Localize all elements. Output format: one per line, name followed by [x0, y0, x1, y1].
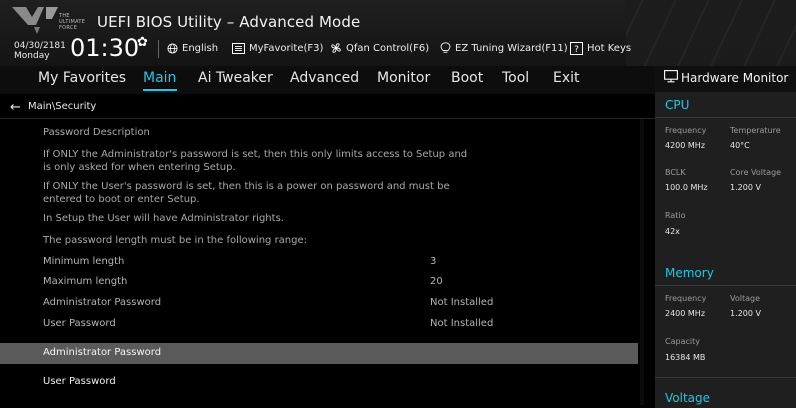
- cpu-temperature-label: Temperature: [730, 126, 781, 135]
- setting-value-user-password: Not Installed: [430, 318, 494, 329]
- memory-frequency-label: Frequency: [665, 294, 707, 303]
- setting-label-min-length: Minimum length: [43, 256, 125, 267]
- description-line: In Setup the User will have Administrato…: [43, 213, 284, 224]
- logo-brand-text: THE ULTIMATE FORCE: [59, 13, 85, 31]
- ratio-value: 42x: [665, 227, 680, 236]
- core-voltage-value: 1.200 V: [730, 183, 761, 192]
- user-password-item[interactable]: User Password: [43, 376, 116, 387]
- hot-keys-label: Hot Keys: [587, 42, 632, 54]
- capacity-value: 16384 MB: [665, 353, 706, 362]
- back-arrow-icon[interactable]: ←: [10, 100, 21, 115]
- setting-label-max-length: Maximum length: [43, 276, 128, 287]
- tab-main[interactable]: Main: [143, 70, 176, 86]
- bclk-label: BCLK: [665, 168, 686, 177]
- cpu-section-divider: [655, 117, 796, 118]
- qfan-control-label: Qfan Control(F6): [346, 42, 430, 54]
- description-line: If ONLY the User's password is set, then…: [43, 181, 450, 192]
- tab-my-favorites[interactable]: My Favorites: [38, 70, 126, 86]
- admin-password-item-label: Administrator Password: [43, 347, 162, 358]
- description-line: is only asked for when entering Setup.: [43, 162, 236, 173]
- description-line: If ONLY the Administrator's password is …: [43, 149, 468, 160]
- cpu-section-title: CPU: [665, 98, 690, 112]
- monitor-icon: [664, 70, 678, 83]
- memory-voltage-value: 1.200 V: [730, 309, 761, 318]
- ez-tuning-wizard-label: EZ Tuning Wizard(F11): [455, 42, 568, 54]
- fan-icon: [331, 43, 341, 53]
- setting-value-admin-password: Not Installed: [430, 297, 494, 308]
- header-divider: [158, 40, 159, 58]
- setting-value-min-length: 3: [430, 256, 437, 267]
- hardware-monitor-title: Hardware Monitor: [681, 71, 789, 85]
- cpu-frequency-value: 4200 MHz: [665, 141, 706, 150]
- description-line: The password length must be in the follo…: [43, 235, 308, 246]
- myfavorite-label: MyFavorite(F3): [249, 42, 324, 54]
- tab-boot[interactable]: Boot: [451, 70, 483, 86]
- setting-value-max-length: 20: [430, 276, 443, 287]
- hot-keys-button[interactable]: ? Hot Keys: [570, 39, 631, 57]
- bios-title: UEFI BIOS Utility – Advanced Mode: [97, 13, 361, 31]
- memory-frequency-value: 2400 MHz: [665, 309, 706, 318]
- tab-ai-tweaker[interactable]: Ai Tweaker: [198, 70, 273, 86]
- memory-section-divider: [655, 285, 796, 286]
- breadcrumb: Main\Security: [28, 101, 97, 112]
- clock-readout: 01:30: [70, 34, 140, 62]
- myfavorite-button[interactable]: MyFavorite(F3): [232, 39, 323, 57]
- cpu-frequency-label: Frequency: [665, 126, 707, 135]
- date-readout: 04/30/2181: [14, 41, 66, 51]
- header-decoration: [626, 0, 796, 66]
- qfan-control-button[interactable]: Qfan Control(F6): [330, 39, 429, 57]
- language-button[interactable]: English: [167, 39, 218, 57]
- memory-voltage-label: Voltage: [730, 294, 761, 303]
- tab-tool[interactable]: Tool: [502, 70, 529, 86]
- ratio-label: Ratio: [665, 211, 686, 220]
- lightbulb-icon: [440, 42, 451, 53]
- setting-label-admin-password: Administrator Password: [43, 297, 162, 308]
- language-label: English: [182, 42, 219, 54]
- ez-tuning-wizard-button[interactable]: EZ Tuning Wizard(F11): [440, 39, 568, 57]
- voltage-section-divider: [655, 377, 796, 378]
- voltage-section-title: Voltage: [665, 391, 711, 405]
- cpu-temperature-value: 40°C: [730, 141, 750, 150]
- capacity-label: Capacity: [665, 337, 700, 346]
- scrollbar[interactable]: [640, 119, 644, 405]
- core-voltage-label: Core Voltage: [730, 168, 782, 177]
- tab-exit[interactable]: Exit: [553, 70, 580, 86]
- svg-text:?: ?: [574, 45, 579, 55]
- globe-icon: [167, 42, 178, 54]
- bclk-value: 100.0 MHz: [665, 183, 708, 192]
- day-readout: Monday: [14, 51, 50, 61]
- breadcrumb-divider: [0, 118, 655, 119]
- memory-section-title: Memory: [665, 266, 714, 280]
- active-tab-underline: [143, 89, 177, 91]
- logo-brand-line: FORCE: [59, 25, 78, 31]
- question-box-icon: ?: [570, 41, 583, 55]
- description-line: entered to boot or enter Setup.: [43, 194, 200, 205]
- tab-monitor[interactable]: Monitor: [377, 70, 430, 86]
- setting-label-user-password: User Password: [43, 318, 116, 329]
- tab-advanced[interactable]: Advanced: [290, 70, 359, 86]
- description-heading: Password Description: [43, 127, 150, 138]
- gear-icon[interactable]: ✿: [137, 35, 148, 50]
- favorite-list-icon: [232, 42, 245, 54]
